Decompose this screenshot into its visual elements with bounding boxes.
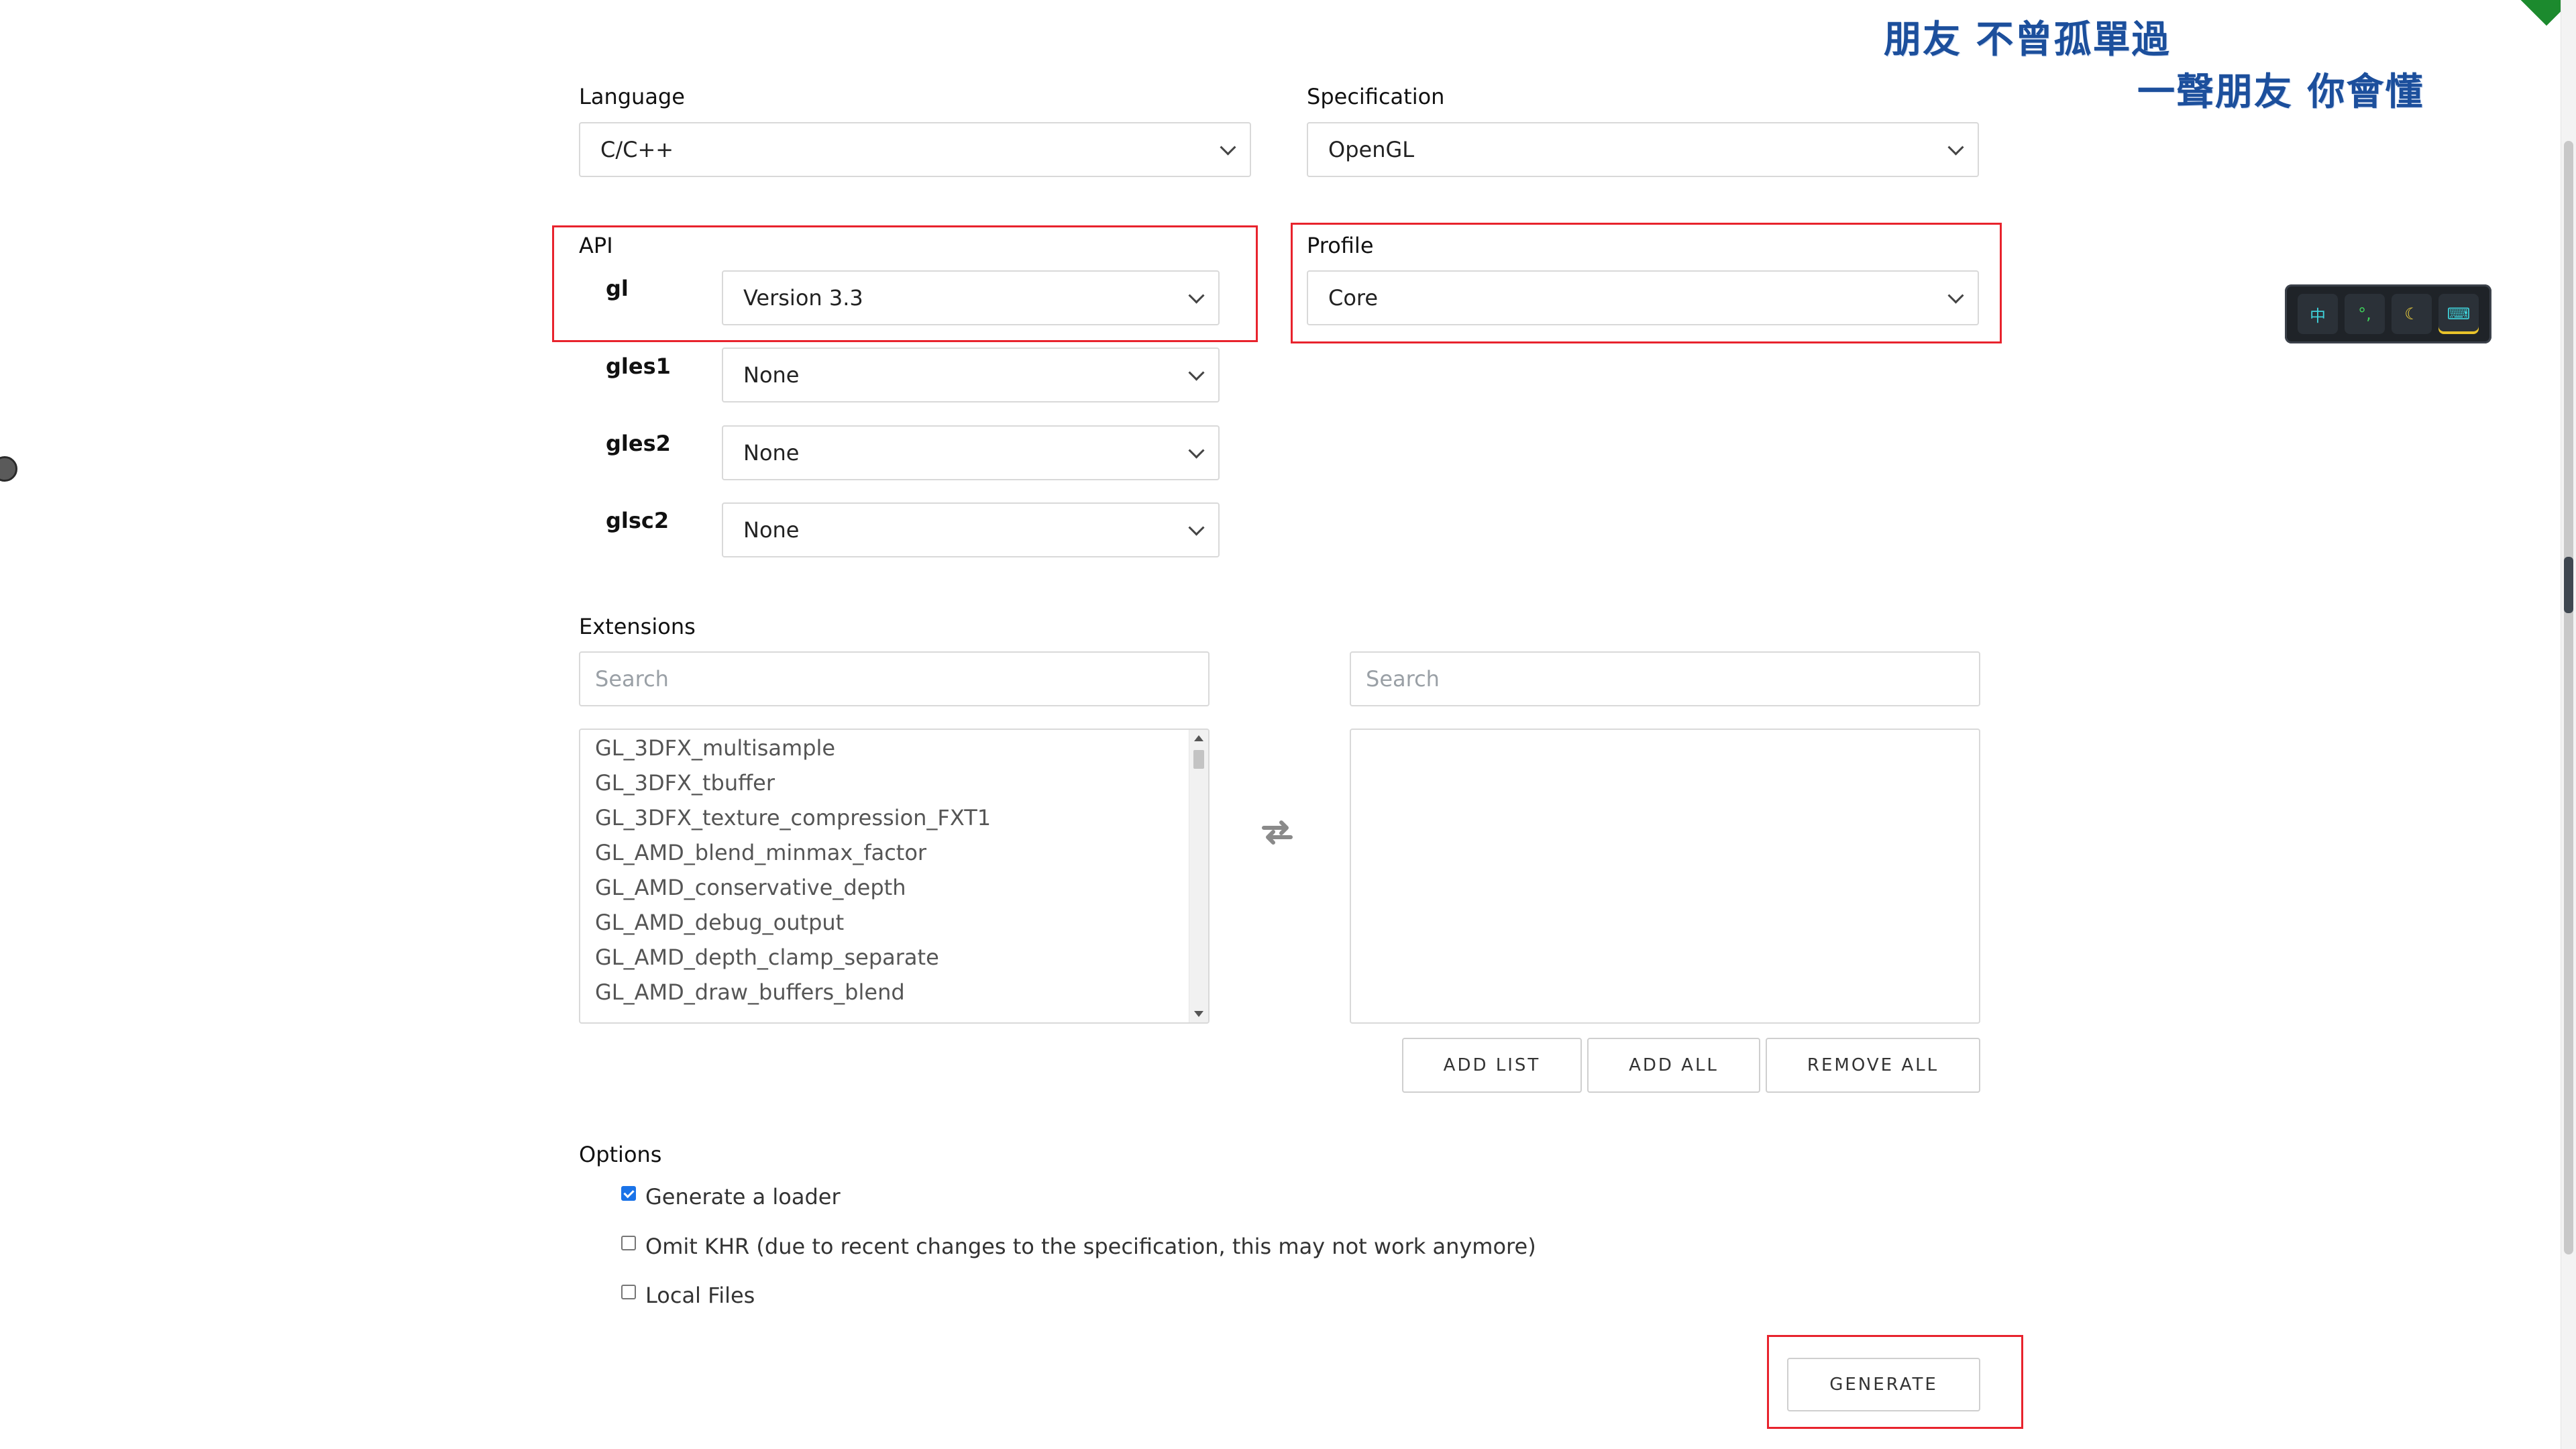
options-label: Options (579, 1144, 661, 1165)
list-item[interactable]: GL_AMD_draw_buffers_blend (595, 979, 905, 1005)
floating-dot-icon[interactable] (0, 456, 17, 482)
chevron-down-icon (1188, 443, 1204, 459)
api-gl-select[interactable]: Version 3.3 (722, 270, 1220, 325)
generate-button[interactable]: GENERATE (1787, 1358, 1980, 1411)
generate-loader-checkbox[interactable] (621, 1186, 636, 1201)
api-glsc2-label: glsc2 (606, 510, 669, 531)
api-gl-select-value: Version 3.3 (743, 285, 863, 311)
specification-select[interactable]: OpenGL (1307, 122, 1979, 177)
omit-khr-checkbox[interactable] (621, 1236, 636, 1250)
list-item[interactable]: GL_AMD_conservative_depth (595, 875, 906, 900)
api-gles2-select[interactable]: None (722, 425, 1220, 480)
chevron-down-icon (1188, 288, 1204, 304)
chevron-down-icon (1188, 520, 1204, 536)
api-gles2-select-value: None (743, 440, 799, 466)
api-gles1-select-value: None (743, 362, 799, 388)
list-item[interactable]: GL_3DFX_multisample (595, 735, 835, 761)
extensions-selected-list[interactable] (1350, 729, 1980, 1024)
swap-arrows-icon-svg (1260, 818, 1295, 845)
api-gles1-select[interactable]: None (722, 347, 1220, 402)
scroll-up-arrow-icon[interactable] (1194, 735, 1203, 741)
extensions-available-list[interactable]: GL_3DFX_multisample GL_3DFX_tbuffer GL_3… (579, 729, 1210, 1024)
list-item[interactable]: GL_3DFX_tbuffer (595, 770, 775, 796)
page-scrollbar-thumb[interactable] (2564, 141, 2573, 1254)
profile-label: Profile (1307, 235, 1374, 256)
ime-moon-button[interactable]: ☾ (2392, 294, 2432, 334)
chevron-down-icon (1220, 140, 1236, 156)
chevron-down-icon (1947, 288, 1964, 304)
list-item[interactable]: GL_AMD_debug_output (595, 910, 844, 935)
lyric-line-2: 一聲朋友 你會懂 (2137, 62, 2424, 116)
profile-select-value: Core (1328, 285, 1378, 311)
ime-chinese-mode-button[interactable]: 中 (2298, 294, 2338, 334)
specification-select-value: OpenGL (1328, 137, 1414, 162)
list-item[interactable]: GL_AMD_blend_minmax_factor (595, 840, 926, 865)
api-glsc2-select[interactable]: None (722, 502, 1220, 557)
scrollbar-thumb[interactable] (1193, 750, 1204, 769)
side-handle-icon[interactable] (2564, 557, 2573, 613)
extensions-available-search-input[interactable] (579, 651, 1210, 706)
ime-punctuation-button[interactable]: °, (2345, 294, 2385, 334)
api-gl-label: gl (606, 278, 629, 299)
api-gles2-label: gles2 (606, 433, 671, 454)
page-root: 朋友 不曾孤單過 一聲朋友 你會懂 Language C/C++ Specifi… (0, 0, 2576, 1449)
profile-select[interactable]: Core (1307, 270, 1979, 325)
chevron-down-icon (1947, 140, 1964, 156)
page-scrollbar[interactable] (2561, 0, 2576, 1449)
omit-khr-label: Omit KHR (due to recent changes to the s… (645, 1236, 1536, 1257)
lyric-line-1: 朋友 不曾孤單過 (1884, 9, 2171, 64)
generate-loader-label: Generate a loader (645, 1186, 841, 1208)
extensions-label: Extensions (579, 616, 696, 637)
language-label: Language (579, 86, 685, 107)
language-select[interactable]: C/C++ (579, 122, 1251, 177)
api-label: API (579, 235, 613, 256)
swap-arrows-icon[interactable] (1260, 818, 1295, 851)
local-files-checkbox[interactable] (621, 1285, 636, 1299)
scroll-down-arrow-icon[interactable] (1194, 1011, 1203, 1017)
list-scrollbar[interactable] (1189, 730, 1208, 1022)
ime-keyboard-button[interactable]: ⌨ (2438, 294, 2479, 334)
chevron-down-icon (1188, 365, 1204, 381)
local-files-label: Local Files (645, 1285, 755, 1306)
add-all-button[interactable]: ADD ALL (1587, 1038, 1760, 1093)
ime-toolbar: 中 °, ☾ ⌨ (2285, 284, 2491, 343)
remove-all-button[interactable]: REMOVE ALL (1766, 1038, 1980, 1093)
api-gles1-label: gles1 (606, 356, 671, 377)
api-glsc2-select-value: None (743, 517, 799, 543)
extensions-selected-search-input[interactable] (1350, 651, 1980, 706)
list-item[interactable]: GL_3DFX_texture_compression_FXT1 (595, 805, 991, 830)
specification-label: Specification (1307, 86, 1444, 107)
add-list-button[interactable]: ADD LIST (1402, 1038, 1582, 1093)
language-select-value: C/C++ (600, 137, 674, 162)
corner-flag-icon (2514, 0, 2561, 27)
list-item[interactable]: GL_AMD_depth_clamp_separate (595, 945, 939, 970)
